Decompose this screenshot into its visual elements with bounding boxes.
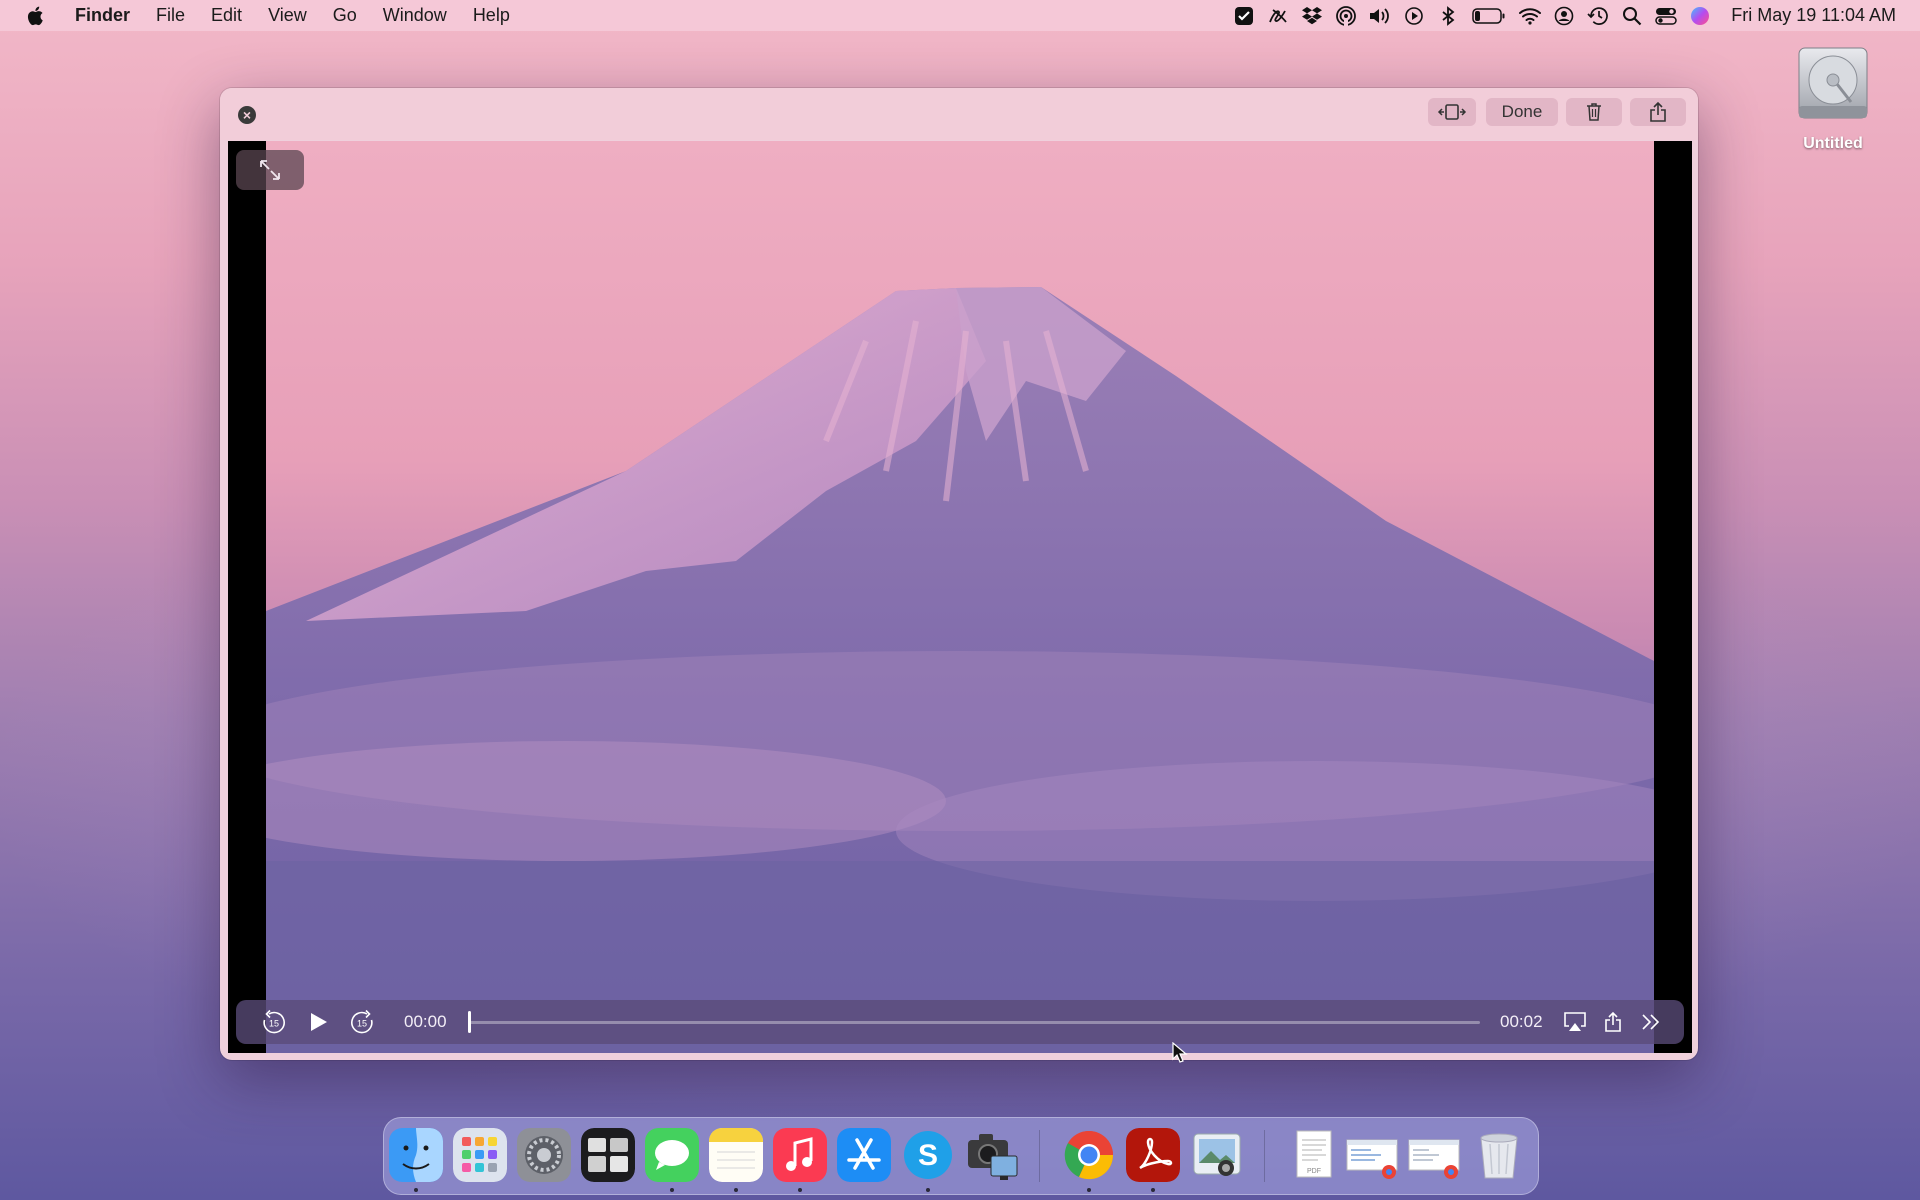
airplay-button[interactable] bbox=[1560, 1000, 1590, 1044]
done-button[interactable]: Done bbox=[1486, 98, 1558, 126]
svg-text:PDF: PDF bbox=[1307, 1168, 1321, 1175]
scrubber-playhead[interactable] bbox=[468, 1011, 471, 1033]
user-icon[interactable] bbox=[1547, 0, 1581, 31]
trim-button[interactable] bbox=[1428, 98, 1476, 126]
play-button[interactable] bbox=[300, 1000, 336, 1044]
menu-view[interactable]: View bbox=[255, 0, 320, 31]
hard-drive-icon bbox=[1798, 47, 1868, 119]
dock-screenshot-icon[interactable] bbox=[965, 1128, 1019, 1182]
more-controls-button[interactable] bbox=[1636, 1000, 1666, 1044]
siri-icon[interactable] bbox=[1683, 0, 1717, 31]
airdrop-icon[interactable] bbox=[1329, 0, 1363, 31]
time-machine-icon[interactable] bbox=[1581, 0, 1615, 31]
video-player[interactable]: 15 15 00:00 00:02 bbox=[228, 141, 1692, 1053]
dock-running-indicator bbox=[734, 1188, 738, 1192]
bluetooth-icon[interactable] bbox=[1431, 0, 1465, 31]
dock-notes-icon[interactable] bbox=[709, 1128, 763, 1182]
window-titlebar: × Done bbox=[220, 88, 1698, 140]
share-icon bbox=[1650, 101, 1666, 122]
dock-running-indicator bbox=[414, 1188, 418, 1192]
dock-skype-icon[interactable]: S bbox=[901, 1128, 955, 1182]
dock-chrome-window-icon[interactable] bbox=[1345, 1128, 1399, 1182]
mouse-cursor-icon bbox=[1172, 1042, 1188, 1063]
dock-running-indicator bbox=[798, 1188, 802, 1192]
svg-text:S: S bbox=[918, 1139, 938, 1172]
control-center-icon[interactable] bbox=[1649, 0, 1683, 31]
dropbox-icon[interactable] bbox=[1295, 0, 1329, 31]
quicklook-window: × Done 15 15 00:00 00:02 bbox=[220, 88, 1698, 1060]
desktop-disk-label: Untitled bbox=[1803, 135, 1863, 152]
dock-pdf-document-icon[interactable]: PDF bbox=[1287, 1128, 1341, 1182]
dock: S PDF bbox=[383, 1117, 1539, 1195]
skip-back-15-button[interactable]: 15 bbox=[256, 1000, 292, 1044]
search-icon[interactable] bbox=[1615, 0, 1649, 31]
expand-button[interactable] bbox=[236, 150, 304, 190]
scribble-icon[interactable] bbox=[1261, 0, 1295, 31]
dock-chrome-icon[interactable] bbox=[1062, 1128, 1116, 1182]
delete-button[interactable] bbox=[1566, 98, 1622, 126]
dock-music-icon[interactable] bbox=[773, 1128, 827, 1182]
video-frame bbox=[266, 141, 1654, 1053]
dock-mission-control-icon[interactable] bbox=[581, 1128, 635, 1182]
menu-window[interactable]: Window bbox=[370, 0, 460, 31]
expand-icon bbox=[260, 160, 280, 180]
dock-running-indicator bbox=[1087, 1188, 1091, 1192]
dock-launchpad-icon[interactable] bbox=[453, 1128, 507, 1182]
airplay-icon bbox=[1564, 1012, 1586, 1031]
play-icon bbox=[311, 1013, 327, 1031]
close-icon[interactable]: × bbox=[238, 106, 256, 124]
menu-file[interactable]: File bbox=[143, 0, 198, 31]
menu-edit[interactable]: Edit bbox=[198, 0, 255, 31]
trash-icon bbox=[1587, 103, 1601, 121]
dock-finder-icon[interactable] bbox=[389, 1128, 443, 1182]
battery-icon[interactable] bbox=[1465, 0, 1513, 31]
dock-system-settings-icon[interactable] bbox=[517, 1128, 571, 1182]
skip-back-icon: 15 bbox=[263, 1009, 285, 1034]
dock-running-indicator bbox=[1151, 1188, 1155, 1192]
menu-go[interactable]: Go bbox=[320, 0, 370, 31]
playback-controls: 15 15 00:00 00:02 bbox=[236, 1000, 1684, 1044]
dock-running-indicator bbox=[670, 1188, 674, 1192]
dock-running-indicator bbox=[926, 1188, 930, 1192]
dock-trash-icon[interactable] bbox=[1472, 1128, 1526, 1182]
duration-time: 00:02 bbox=[1500, 1012, 1543, 1031]
apple-menu-icon[interactable] bbox=[24, 4, 48, 28]
dock-app-store-icon[interactable] bbox=[837, 1128, 891, 1182]
skip-back-label: 15 bbox=[269, 1019, 279, 1029]
volume-icon[interactable] bbox=[1363, 0, 1397, 31]
desktop-disk[interactable]: Untitled bbox=[1790, 44, 1876, 153]
dock-separator bbox=[1039, 1130, 1040, 1182]
current-time: 00:00 bbox=[404, 1012, 447, 1031]
skip-forward-icon: 15 bbox=[351, 1009, 373, 1034]
menu-bar: Finder File Edit View Go Window Help Fri… bbox=[0, 0, 1920, 31]
dock-acrobat-icon[interactable] bbox=[1126, 1128, 1180, 1182]
trim-icon bbox=[1437, 104, 1467, 120]
scrubber-track[interactable] bbox=[470, 1021, 1480, 1024]
menu-clock[interactable]: Fri May 19 11:04 AM bbox=[1717, 5, 1920, 26]
play-icon[interactable] bbox=[1397, 0, 1431, 31]
chevron-double-right-icon bbox=[1642, 1014, 1660, 1030]
share-button[interactable] bbox=[1630, 98, 1686, 126]
menu-app-name[interactable]: Finder bbox=[62, 0, 143, 31]
wifi-icon[interactable] bbox=[1513, 0, 1547, 31]
checkbox-app-icon[interactable] bbox=[1227, 0, 1261, 31]
dock-chrome-window-icon[interactable] bbox=[1407, 1128, 1461, 1182]
skip-forward-15-button[interactable]: 15 bbox=[344, 1000, 380, 1044]
share-icon bbox=[1605, 1011, 1621, 1032]
skip-forward-label: 15 bbox=[357, 1019, 367, 1029]
dock-messages-icon[interactable] bbox=[645, 1128, 699, 1182]
dock-preview-icon[interactable] bbox=[1190, 1128, 1244, 1182]
player-share-button[interactable] bbox=[1598, 1000, 1628, 1044]
dock-separator bbox=[1264, 1130, 1265, 1182]
menu-help[interactable]: Help bbox=[460, 0, 523, 31]
